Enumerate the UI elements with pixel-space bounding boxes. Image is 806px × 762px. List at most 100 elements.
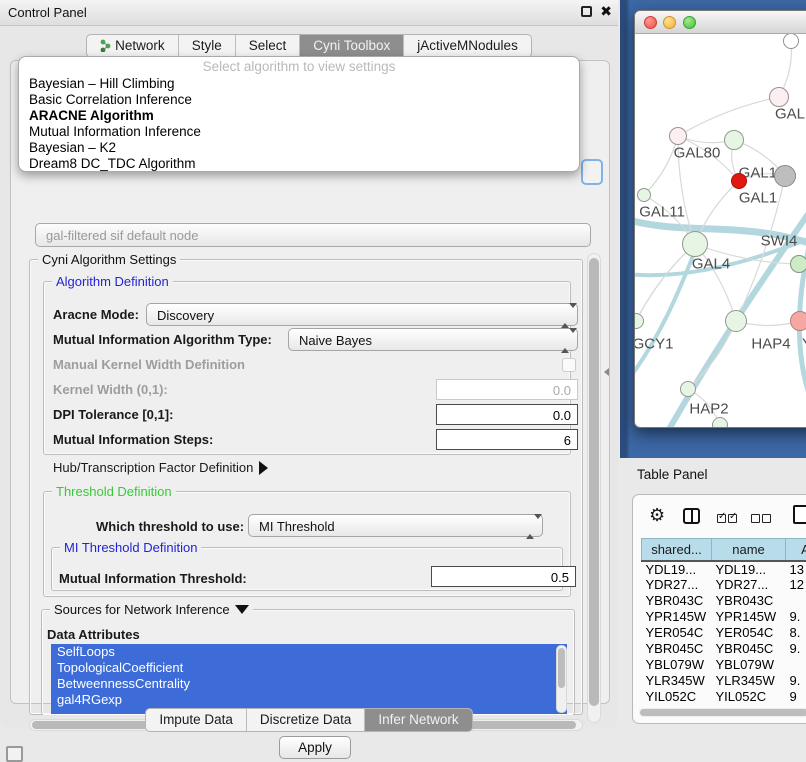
node[interactable] (774, 165, 796, 187)
node-label: Y (802, 336, 806, 353)
bottom-tab-bar: Impute DataDiscretize DataInfer Network (0, 708, 618, 732)
table-row[interactable]: YDR27...YDR27...12 (642, 577, 806, 593)
tab-style[interactable]: Style (179, 35, 236, 57)
which-threshold-select[interactable]: MI Threshold (248, 514, 543, 537)
network-window-titlebar[interactable] (635, 11, 806, 34)
data-attributes-label: Data Attributes (47, 627, 140, 642)
algorithm-option[interactable]: ARACNE Algorithm (19, 108, 579, 124)
panel-splitter-arrow-icon[interactable] (604, 368, 609, 376)
node-gal80[interactable] (669, 127, 687, 145)
mi-threshold-field[interactable]: 0.5 (431, 566, 576, 587)
aracne-mode-value: Discovery (157, 308, 214, 323)
kernel-width-label: Kernel Width (0,1): (53, 382, 168, 397)
table-panel-title: Table Panel (637, 467, 708, 482)
algorithm-option[interactable]: Bayesian – K2 (19, 140, 579, 156)
mi-steps-field[interactable]: 6 (436, 429, 578, 450)
aracne-mode-select[interactable]: Discovery (146, 303, 578, 326)
network-selector-combobox[interactable]: gal-filtered sif default node (35, 223, 591, 247)
table-row[interactable]: YLR345WYLR345W9. (642, 673, 806, 689)
algorithm-option[interactable]: Dream8 DC_TDC Algorithm (19, 156, 579, 172)
tab-infer-network[interactable]: Infer Network (365, 709, 471, 731)
network-canvas[interactable]: GAL80GAL10GAL1GAL11GAL4SWI4GALGCY1HAP4YH… (635, 34, 806, 427)
gear-icon[interactable]: ⚙ (649, 505, 665, 526)
table-cell: YPR145W (642, 609, 712, 625)
dpi-tolerance-field[interactable]: 0.0 (436, 404, 578, 425)
node-label: GAL80 (674, 145, 721, 162)
node-gal[interactable] (769, 87, 789, 107)
table-row[interactable]: YPR145WYPR145W9. (642, 609, 806, 625)
table-row[interactable]: YDL19...YDL19...13 (642, 561, 806, 577)
table-cell: 13 (786, 561, 806, 577)
attribute-item[interactable]: gal4RGexp (51, 692, 567, 708)
mac-minimize-icon[interactable] (663, 16, 676, 29)
table-row[interactable]: YIL052CYIL052C9 (642, 689, 806, 705)
mac-close-icon[interactable] (644, 16, 657, 29)
tab-jactivemnodules[interactable]: jActiveMNodules (404, 35, 531, 57)
table-row[interactable]: YBR043CYBR043C (642, 593, 806, 609)
tab-impute-data[interactable]: Impute Data (146, 709, 247, 731)
algorithm-popup-prompt: Select algorithm to view settings (19, 59, 579, 76)
select-all-checkboxes-icon[interactable] (717, 511, 739, 526)
node-label: GAL1 (739, 190, 777, 207)
column-header[interactable]: A (786, 539, 806, 561)
spinner-arrows-icon (561, 333, 570, 348)
table-cell: YER054C (712, 625, 786, 641)
tab-discretize-data[interactable]: Discretize Data (247, 709, 366, 731)
sources-group-title[interactable]: Sources for Network Inference (50, 602, 253, 617)
node-gal11[interactable] (637, 188, 651, 202)
attribute-item[interactable]: SelfLoops (51, 644, 567, 660)
node-gal4[interactable] (682, 231, 708, 257)
algorithm-popup: Select algorithm to view settings Bayesi… (18, 56, 580, 172)
top-tab-bar: NetworkStyleSelectCyni ToolboxjActiveMNo… (0, 34, 618, 58)
mi-type-label: Mutual Information Algorithm Type: (53, 332, 272, 347)
network-icon (100, 39, 111, 55)
apply-button[interactable]: Apply (279, 736, 351, 759)
node-label: GAL (775, 106, 805, 123)
tab-network[interactable]: Network (87, 35, 179, 57)
node-hap4[interactable] (725, 310, 747, 332)
attribute-item[interactable]: BetweennessCentrality (51, 676, 567, 692)
node-gal10[interactable] (724, 130, 744, 150)
mi-type-select[interactable]: Naive Bayes (288, 328, 578, 351)
attributes-scrollbar[interactable] (556, 645, 567, 713)
table-row[interactable]: YBL079WYBL079W (642, 657, 806, 673)
node[interactable] (712, 417, 728, 427)
close-icon[interactable]: ✖ (600, 3, 612, 20)
tab-select[interactable]: Select (236, 35, 301, 57)
manual-kernel-checkbox[interactable] (562, 358, 576, 372)
network-view-window[interactable]: GAL80GAL10GAL1GAL11GAL4SWI4GALGCY1HAP4YH… (634, 10, 806, 428)
float-window-icon[interactable] (581, 6, 592, 17)
table-cell: 9 (786, 689, 806, 705)
clear-all-checkboxes-icon[interactable] (751, 511, 773, 526)
data-attributes-list[interactable]: SelfLoopsTopologicalCoefficientBetweenne… (51, 644, 567, 714)
table-cell: YBL079W (712, 657, 786, 673)
algorithm-option[interactable]: Basic Correlation Inference (19, 92, 579, 108)
collapsed-panel-icon[interactable] (6, 746, 23, 762)
attribute-item[interactable]: TopologicalCoefficient (51, 660, 567, 676)
column-header[interactable]: name (712, 539, 786, 561)
document-icon[interactable] (793, 505, 806, 524)
spinner-arrows-icon (526, 519, 535, 534)
hub-definition-label: Hub/Transcription Factor Definition (53, 460, 253, 475)
mi-threshold-label: Mutual Information Threshold: (59, 571, 247, 586)
columns-icon[interactable] (683, 508, 700, 524)
table-horizontal-scrollbar[interactable] (639, 708, 806, 717)
settings-vertical-scrollbar[interactable] (587, 253, 601, 723)
node-hap2[interactable] (680, 381, 696, 397)
column-header[interactable]: shared... (642, 539, 712, 561)
algorithm-option[interactable]: Bayesian – Hill Climbing (19, 76, 579, 92)
algorithm-option[interactable]: Mutual Information Inference (19, 124, 579, 140)
tab-cyni-toolbox[interactable]: Cyni Toolbox (300, 35, 404, 57)
node-y[interactable] (790, 311, 806, 331)
control-panel-titlebar: Control Panel ✖ (0, 0, 618, 26)
hub-definition-expander[interactable]: Hub/Transcription Factor Definition (53, 460, 268, 475)
node-swi4[interactable] (790, 255, 806, 273)
table-cell: YDL19... (642, 561, 712, 577)
table-cell: 9. (786, 673, 806, 689)
table-row[interactable]: YER054CYER054C8. (642, 625, 806, 641)
spinner-arrows-icon (561, 308, 570, 323)
mac-zoom-icon[interactable] (683, 16, 696, 29)
table-row[interactable]: YBR045CYBR045C9. (642, 641, 806, 657)
node-gal1[interactable] (731, 173, 747, 189)
kernel-width-field[interactable]: 0.0 (436, 379, 578, 400)
